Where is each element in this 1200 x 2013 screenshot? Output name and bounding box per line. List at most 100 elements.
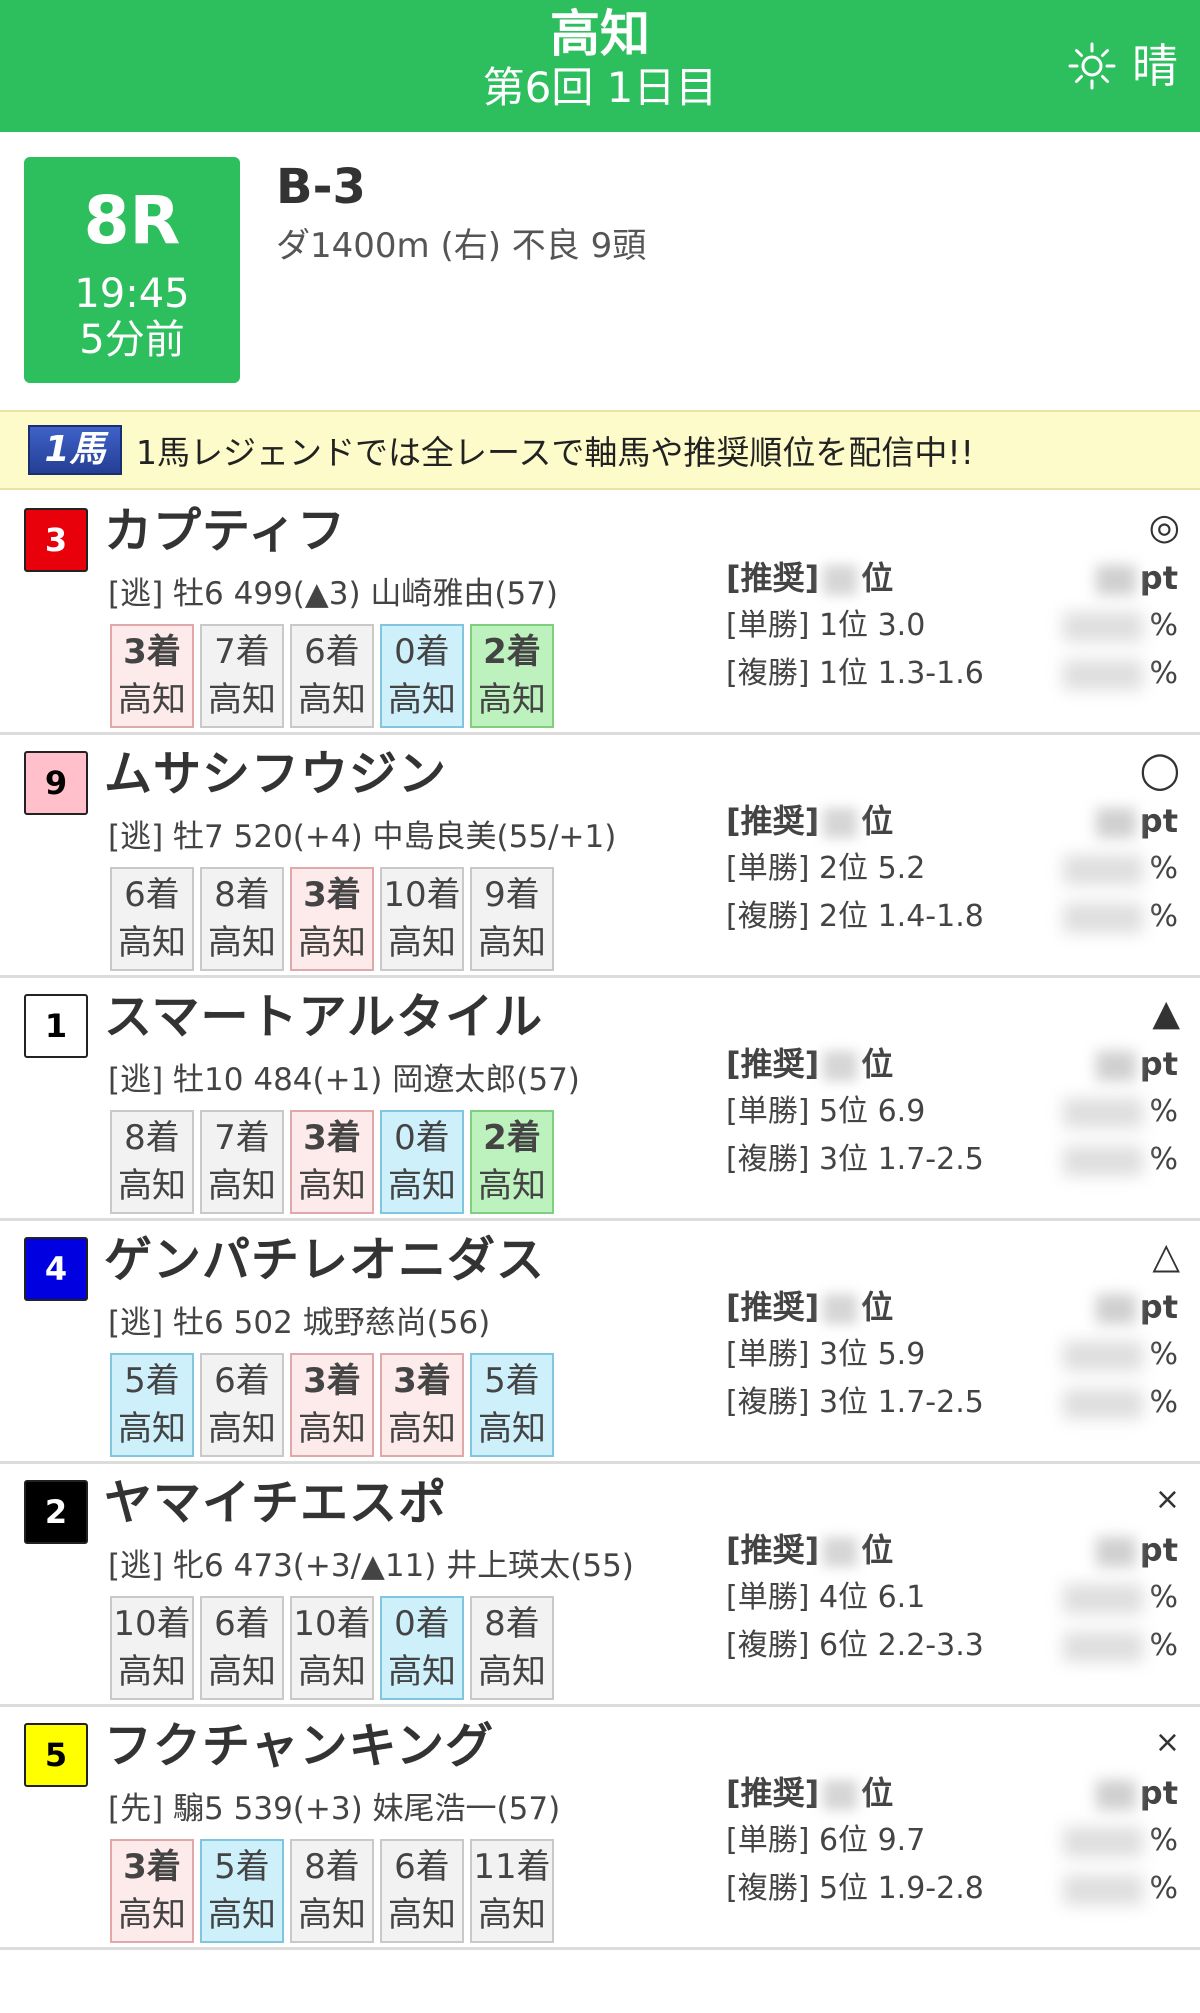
race-time: 19:45 (74, 271, 190, 317)
past-results: 3着 高知 7着 高知 6着 高知 0着 高知 2着 高知 (110, 624, 560, 728)
result-position: 6着 (394, 1847, 450, 1887)
race-class: B-3 (276, 159, 366, 215)
horse-row[interactable]: 9 ムサシフウジン [逃] 牡7 520(+4) 中島良美(55/+1) ◯ 6着 高知 8… (0, 735, 1200, 978)
past-result-cell[interactable]: 8着 高知 (200, 867, 284, 971)
result-position: 9着 (484, 875, 540, 915)
past-result-cell[interactable]: 7着 高知 (200, 1110, 284, 1214)
recommend-label: [推奨] (726, 1531, 820, 1569)
horse-name[interactable]: カプティフ (104, 500, 346, 562)
past-result-cell[interactable]: 3着 高知 (290, 1353, 374, 1457)
win-odds-row: [単勝] 4位 6.1% (726, 1574, 1186, 1622)
place-odds: [複勝] 5位 1.9-2.8 (726, 1871, 984, 1906)
past-result-cell[interactable]: 3着 高知 (290, 1110, 374, 1214)
rank-suffix: 位 (861, 559, 894, 597)
hidden-rank (823, 1537, 858, 1567)
past-result-cell[interactable]: 10着 高知 (110, 1596, 194, 1700)
horse-name[interactable]: フクチャンキング (104, 1715, 494, 1777)
horse-info: [逃] 牡6 499(▲3) 山崎雅由(57) (108, 576, 559, 612)
hidden-points (1095, 1780, 1136, 1810)
result-venue: 高知 (388, 1895, 456, 1935)
gate-number-badge: 3 (24, 508, 88, 572)
prediction-panel: [推奨] 位 pt [単勝] 2位 5.2% [複勝] 2位 1.4-1.8% (726, 797, 1186, 941)
result-venue: 高知 (478, 923, 546, 963)
race-number: 8R (83, 182, 181, 259)
recommend-row: [推奨] 位 pt (726, 1769, 1186, 1817)
past-result-cell[interactable]: 2着 高知 (470, 624, 554, 728)
past-result-cell[interactable]: 8着 高知 (290, 1839, 374, 1943)
past-result-cell[interactable]: 9着高知 (470, 867, 554, 971)
horse-row[interactable]: 1 スマートアルタイル [逃] 牡10 484(+1) 岡遼太郎(57) ▲ 8着 高知 7… (0, 978, 1200, 1221)
past-result-cell[interactable]: 5着 高知 (470, 1353, 554, 1457)
result-position: 2着 (483, 1118, 541, 1158)
horse-name[interactable]: ムサシフウジン (104, 743, 447, 805)
result-venue: 高知 (298, 923, 366, 963)
result-position: 8着 (304, 1847, 360, 1887)
horse-row[interactable]: 3 カプティフ [逃] 牡6 499(▲3) 山崎雅由(57) ◎ 3着 高知 7着 高知 6着… (0, 492, 1200, 735)
place-odds: [複勝] 1位 1.3-1.6 (726, 656, 984, 691)
promo-banner[interactable]: 1馬 1馬レジェンドでは全レースで軸馬や推奨順位を配信中!! (0, 410, 1200, 490)
result-position: 11着 (473, 1847, 551, 1887)
horse-row[interactable]: 4 ゲンパチレオニダス [逃] 牡6 502 城野慈尚(56) △ 5着 高知 6着 高知 3着… (0, 1221, 1200, 1464)
past-result-cell[interactable]: 10着 高知 (290, 1596, 374, 1700)
result-position: 5着 (214, 1847, 270, 1887)
pt-unit: pt (1139, 559, 1178, 597)
past-result-cell[interactable]: 3着 高知 (110, 624, 194, 728)
past-result-cell[interactable]: 11着 高知 (470, 1839, 554, 1943)
pt-unit: pt (1139, 1288, 1178, 1326)
past-results: 3着 高知 5着 高知 8着 高知 6着 高知 11着 高知 (110, 1839, 560, 1943)
past-result-cell[interactable]: 8着 高知 (470, 1596, 554, 1700)
horse-name[interactable]: スマートアルタイル (104, 986, 543, 1048)
recommend-row: [推奨] 位 pt (726, 1526, 1186, 1574)
result-position: 5着 (484, 1361, 540, 1401)
recommend-label: [推奨] (726, 1045, 820, 1083)
result-position: 3着 (303, 1361, 361, 1401)
past-result-cell[interactable]: 8着 高知 (110, 1110, 194, 1214)
win-odds-row: [単勝] 2位 5.2% (726, 845, 1186, 893)
past-result-cell[interactable]: 3着高知 (290, 867, 374, 971)
race-number-box: 8R 19:45 5分前 (24, 157, 240, 383)
past-result-cell[interactable]: 10着 高知 (380, 867, 464, 971)
past-result-cell[interactable]: 6着 高知 (110, 867, 194, 971)
past-result-cell[interactable]: 7着 高知 (200, 624, 284, 728)
horse-row[interactable]: 5 フクチャンキング [先] 騸5 539(+3) 妹尾浩一(57) × 3着 高知 5着高… (0, 1707, 1200, 1950)
past-result-cell[interactable]: 6着 高知 (200, 1596, 284, 1700)
past-result-cell[interactable]: 6着高知 (380, 1839, 464, 1943)
horse-name[interactable]: ヤマイチエスポ (104, 1472, 447, 1534)
past-results: 10着 高知 6着 高知 10着 高知 0着 高知 8着 高知 (110, 1596, 560, 1700)
prediction-panel: [推奨] 位 pt [単勝] 5位 6.9% [複勝] 3位 1.7-2.5% (726, 1040, 1186, 1184)
recommend-label: [推奨] (726, 1288, 820, 1326)
past-result-cell[interactable]: 0着 高知 (380, 624, 464, 728)
recommend-label: [推奨] (726, 1774, 820, 1812)
past-result-cell[interactable]: 6着 高知 (200, 1353, 284, 1457)
result-venue: 高知 (478, 680, 546, 720)
hidden-win-pct (1063, 854, 1144, 885)
past-result-cell[interactable]: 5着 高知 (200, 1839, 284, 1943)
hidden-points (1095, 1051, 1136, 1081)
place-odds: [複勝] 2位 1.4-1.8 (726, 899, 984, 934)
race-countdown: 5分前 (79, 317, 185, 363)
result-position: 3着 (303, 875, 361, 915)
pct-unit: % (1149, 1628, 1178, 1663)
result-position: 3着 (123, 1847, 181, 1887)
hidden-place-pct (1063, 1388, 1144, 1419)
hidden-win-pct (1063, 1583, 1144, 1614)
hidden-place-pct (1063, 902, 1144, 933)
place-odds-row: [複勝] 5位 1.9-2.8% (726, 1865, 1186, 1913)
past-result-cell[interactable]: 5着 高知 (110, 1353, 194, 1457)
past-result-cell[interactable]: 3着 高知 (110, 1839, 194, 1943)
past-result-cell[interactable]: 3着 高知 (380, 1353, 464, 1457)
horse-row[interactable]: 2 ヤマイチエスポ [逃] 牝6 473(+3/▲11) 井上瑛太(55) × 10着高… (0, 1464, 1200, 1707)
past-result-cell[interactable]: 2着 高知 (470, 1110, 554, 1214)
past-result-cell[interactable]: 0着 高知 (380, 1596, 464, 1700)
result-position: 8着 (214, 875, 270, 915)
past-result-cell[interactable]: 0着 高知 (380, 1110, 464, 1214)
result-position: 3着 (393, 1361, 451, 1401)
win-odds: [単勝] 3位 5.9 (726, 1337, 926, 1372)
horse-name[interactable]: ゲンパチレオニダス (104, 1229, 545, 1291)
pct-unit: % (1149, 1871, 1178, 1906)
horse-info: [逃] 牡10 484(+1) 岡遼太郎(57) (108, 1062, 580, 1098)
result-position: 7着 (214, 632, 270, 672)
result-venue: 高知 (388, 680, 456, 720)
past-result-cell[interactable]: 6着 高知 (290, 624, 374, 728)
weather: 晴 (1068, 38, 1178, 94)
